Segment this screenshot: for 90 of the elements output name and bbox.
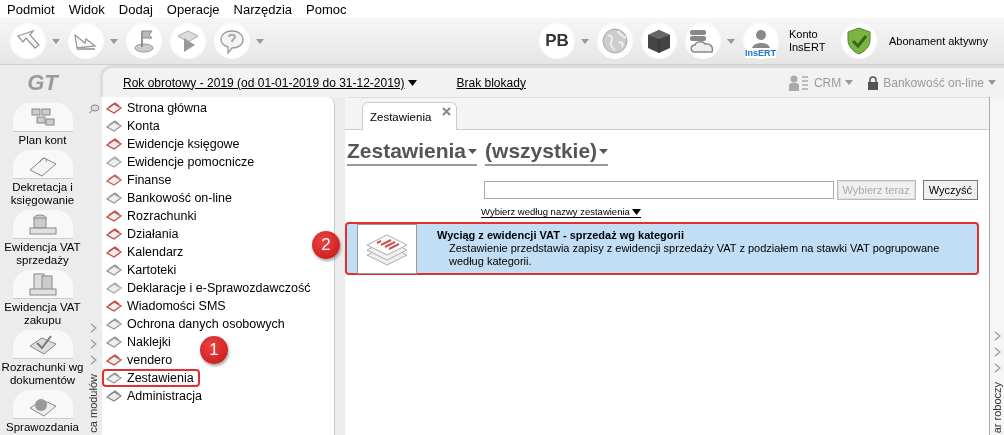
- caret-icon: [631, 208, 641, 215]
- module-item[interactable]: Działania: [102, 225, 185, 243]
- chevron-right-icon[interactable]: [90, 355, 97, 366]
- module-item[interactable]: Zestawienia: [102, 369, 200, 387]
- account-button[interactable]: InsERT: [742, 23, 779, 59]
- stack-icon: [106, 281, 122, 295]
- toolbar-button[interactable]: [640, 23, 677, 59]
- search-field[interactable]: [483, 181, 834, 199]
- caret-icon[interactable]: [726, 38, 735, 44]
- action-button[interactable]: Wyczyść: [922, 180, 978, 200]
- stack-icon: [106, 191, 122, 205]
- module-item[interactable]: Konta: [102, 117, 166, 135]
- globe-icon: [599, 26, 630, 56]
- stack-icon: [106, 101, 122, 115]
- chevron-right-icon[interactable]: [993, 330, 1001, 341]
- caret-icon: [407, 79, 417, 86]
- close-icon[interactable]: [442, 107, 451, 116]
- caret-icon[interactable]: [52, 38, 60, 44]
- lock-icon: [867, 75, 880, 90]
- stack-icon: [106, 299, 122, 313]
- chevron-right-icon[interactable]: [993, 346, 1001, 357]
- module-item[interactable]: Ochrona danych osobowych: [102, 315, 291, 333]
- caret-icon[interactable]: [580, 38, 589, 44]
- module-item[interactable]: Ewidencje pomocnicze: [102, 153, 261, 171]
- stack-icon: [106, 155, 122, 169]
- module-item[interactable]: Kalendarz: [102, 243, 190, 261]
- module-item[interactable]: Administracja: [102, 387, 209, 405]
- report-title: Wyciąg z ewidencji VAT - sprzedaż wg kategorii: [437, 229, 685, 241]
- chevron-right-icon[interactable]: [90, 339, 97, 350]
- logo: GT: [27, 69, 58, 97]
- caret-icon[interactable]: [256, 38, 264, 44]
- stack-icon: [106, 209, 122, 223]
- logo-text: InsERT: [744, 48, 776, 58]
- stack-icon: [106, 137, 122, 151]
- caret-icon[interactable]: [988, 80, 996, 85]
- shortcut-button[interactable]: Sprawozdania: [0, 390, 85, 434]
- module-item[interactable]: Strona główna: [102, 99, 213, 117]
- stack-icon: [106, 317, 122, 331]
- menu-item[interactable]: Operacje: [166, 1, 227, 17]
- module-item[interactable]: Rozrachunki: [102, 207, 203, 225]
- stack-icon: [106, 371, 122, 385]
- stack-icon: [106, 263, 122, 277]
- stack-icon: [106, 389, 122, 403]
- subscription-button[interactable]: [840, 23, 877, 59]
- panel-title[interactable]: ar roboczy: [990, 381, 1004, 433]
- module-item[interactable]: Bankowość on-line: [102, 189, 238, 207]
- caret-icon[interactable]: [110, 38, 118, 44]
- filter-dropdown[interactable]: (wszystkie): [485, 138, 609, 166]
- shortcut-button[interactable]: Rozrachunki wg dokumentów: [0, 330, 85, 387]
- report-item[interactable]: Wyciąg z ewidencji VAT - sprzedaż wg kategorii Zestawienie przedstawia zapisy z ewidencji sprzedaży VAT z podziałem na stawki VAT pogrupowane według kategorii.: [345, 222, 979, 275]
- shortcut-button[interactable]: Dekretacja i księgowanie: [0, 150, 85, 207]
- sort-link[interactable]: Wybierz według nazwy zestawienia: [481, 206, 641, 218]
- shield-check-icon: [846, 27, 871, 55]
- profile-button[interactable]: PB: [538, 23, 575, 59]
- panel-title[interactable]: ca modułów: [87, 374, 100, 433]
- stack-icon: [106, 353, 122, 367]
- step-badge: 2: [312, 231, 340, 259]
- subscription-status[interactable]: Abonament aktywny: [888, 35, 988, 47]
- module-item[interactable]: Deklaracje i e-Sprawozdawczość: [102, 279, 317, 297]
- stack-icon: [106, 173, 122, 187]
- caret-icon[interactable]: [845, 80, 854, 85]
- account-label[interactable]: Konto InsERT: [788, 28, 833, 54]
- caret-icon: [599, 148, 609, 154]
- category-dropdown[interactable]: Zestawienia: [347, 138, 478, 166]
- shortcut-button[interactable]: Plan kont: [0, 103, 85, 147]
- menu-item[interactable]: Widok: [68, 1, 112, 17]
- module-item[interactable]: vendero: [102, 351, 179, 369]
- report-description: Zestawienie przedstawia zapisy z ewidencji sprzedaży VAT z podziałem na stawki VAT pogrupowane według kategorii.: [449, 242, 941, 268]
- stack-icon: [106, 335, 122, 349]
- fiscal-year-link[interactable]: Rok obrotowy - 2019 (od 01-01-2019 do 31-12-2019): [123, 75, 417, 90]
- shortcut-button[interactable]: Ewidencja VAT zakupu: [0, 270, 85, 327]
- module-item[interactable]: Wiadomości SMS: [102, 297, 232, 315]
- module-item[interactable]: Naklejki: [102, 333, 177, 351]
- module-item[interactable]: Finanse: [102, 171, 178, 189]
- menu-item[interactable]: Dodaj: [118, 1, 160, 17]
- stack-icon: [106, 119, 122, 133]
- lock-link[interactable]: Brak blokady: [456, 75, 526, 90]
- module-item[interactable]: Kartoteki: [102, 261, 183, 279]
- caret-icon: [468, 148, 478, 154]
- tab[interactable]: Zestawienia: [362, 102, 457, 130]
- menu-item[interactable]: Pomoc: [306, 1, 354, 17]
- shortcut-button[interactable]: Ewidencja VAT sprzedaży: [0, 210, 85, 267]
- person-list-icon: [787, 74, 810, 91]
- stack-icon: [106, 227, 122, 241]
- stack-icon: [106, 245, 122, 259]
- chevron-right-icon[interactable]: [90, 323, 97, 334]
- menu-item[interactable]: Narzędzia: [233, 1, 300, 17]
- menu-item[interactable]: Podmiot: [7, 1, 62, 17]
- module-item[interactable]: Ewidencje księgowe: [102, 135, 246, 153]
- chevron-right-icon[interactable]: [993, 362, 1001, 373]
